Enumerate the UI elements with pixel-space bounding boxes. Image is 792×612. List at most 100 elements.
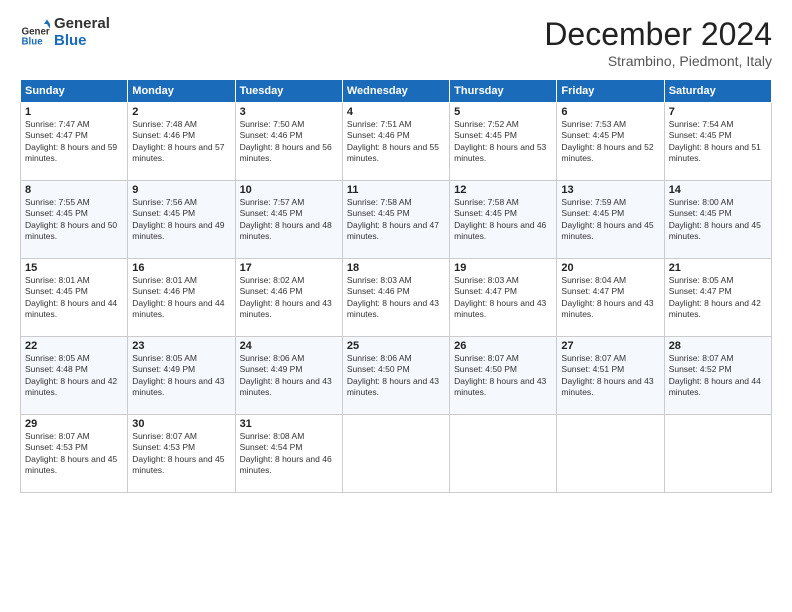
calendar-cell: 23 Sunrise: 8:05 AMSunset: 4:49 PMDaylig… [128, 337, 235, 415]
calendar-cell: 10 Sunrise: 7:57 AMSunset: 4:45 PMDaylig… [235, 181, 342, 259]
calendar-cell: 27 Sunrise: 8:07 AMSunset: 4:51 PMDaylig… [557, 337, 664, 415]
day-detail: Sunrise: 7:58 AMSunset: 4:45 PMDaylight:… [454, 197, 546, 241]
calendar-cell: 18 Sunrise: 8:03 AMSunset: 4:46 PMDaylig… [342, 259, 449, 337]
day-detail: Sunrise: 7:53 AMSunset: 4:45 PMDaylight:… [561, 119, 653, 163]
header-tuesday: Tuesday [235, 80, 342, 103]
calendar-cell: 24 Sunrise: 8:06 AMSunset: 4:49 PMDaylig… [235, 337, 342, 415]
month-title: December 2024 [544, 16, 772, 53]
calendar-cell: 19 Sunrise: 8:03 AMSunset: 4:47 PMDaylig… [450, 259, 557, 337]
day-number: 2 [132, 106, 230, 118]
day-number: 1 [25, 106, 123, 118]
calendar-cell: 9 Sunrise: 7:56 AMSunset: 4:45 PMDayligh… [128, 181, 235, 259]
header-saturday: Saturday [664, 80, 771, 103]
day-number: 4 [347, 106, 445, 118]
day-number: 15 [25, 262, 123, 274]
calendar-cell: 22 Sunrise: 8:05 AMSunset: 4:48 PMDaylig… [21, 337, 128, 415]
logo-line2: Blue [54, 33, 110, 50]
day-number: 5 [454, 106, 552, 118]
day-detail: Sunrise: 8:07 AMSunset: 4:52 PMDaylight:… [669, 353, 761, 397]
day-detail: Sunrise: 8:00 AMSunset: 4:45 PMDaylight:… [669, 197, 761, 241]
page: General Blue General Blue December 2024 … [0, 0, 792, 612]
day-number: 13 [561, 184, 659, 196]
day-number: 14 [669, 184, 767, 196]
calendar-cell: 15 Sunrise: 8:01 AMSunset: 4:45 PMDaylig… [21, 259, 128, 337]
calendar-cell: 4 Sunrise: 7:51 AMSunset: 4:46 PMDayligh… [342, 103, 449, 181]
day-detail: Sunrise: 7:59 AMSunset: 4:45 PMDaylight:… [561, 197, 653, 241]
day-number: 30 [132, 418, 230, 430]
logo-line1: General [54, 16, 110, 33]
day-number: 10 [240, 184, 338, 196]
calendar-cell: 30 Sunrise: 8:07 AMSunset: 4:53 PMDaylig… [128, 415, 235, 493]
day-number: 31 [240, 418, 338, 430]
header-friday: Friday [557, 80, 664, 103]
day-number: 29 [25, 418, 123, 430]
day-detail: Sunrise: 8:04 AMSunset: 4:47 PMDaylight:… [561, 275, 653, 319]
header-wednesday: Wednesday [342, 80, 449, 103]
calendar-row-1: 1 Sunrise: 7:47 AMSunset: 4:47 PMDayligh… [21, 103, 772, 181]
day-number: 27 [561, 340, 659, 352]
day-detail: Sunrise: 8:01 AMSunset: 4:46 PMDaylight:… [132, 275, 224, 319]
day-number: 22 [25, 340, 123, 352]
day-detail: Sunrise: 7:50 AMSunset: 4:46 PMDaylight:… [240, 119, 332, 163]
day-number: 18 [347, 262, 445, 274]
day-number: 21 [669, 262, 767, 274]
day-detail: Sunrise: 8:03 AMSunset: 4:46 PMDaylight:… [347, 275, 439, 319]
calendar-row-3: 15 Sunrise: 8:01 AMSunset: 4:45 PMDaylig… [21, 259, 772, 337]
day-detail: Sunrise: 7:56 AMSunset: 4:45 PMDaylight:… [132, 197, 224, 241]
calendar-row-5: 29 Sunrise: 8:07 AMSunset: 4:53 PMDaylig… [21, 415, 772, 493]
day-detail: Sunrise: 7:54 AMSunset: 4:45 PMDaylight:… [669, 119, 761, 163]
day-detail: Sunrise: 8:06 AMSunset: 4:49 PMDaylight:… [240, 353, 332, 397]
day-number: 23 [132, 340, 230, 352]
day-detail: Sunrise: 7:55 AMSunset: 4:45 PMDaylight:… [25, 197, 117, 241]
day-detail: Sunrise: 7:51 AMSunset: 4:46 PMDaylight:… [347, 119, 439, 163]
day-number: 25 [347, 340, 445, 352]
calendar-cell: 8 Sunrise: 7:55 AMSunset: 4:45 PMDayligh… [21, 181, 128, 259]
calendar-cell: 7 Sunrise: 7:54 AMSunset: 4:45 PMDayligh… [664, 103, 771, 181]
day-number: 19 [454, 262, 552, 274]
day-number: 16 [132, 262, 230, 274]
day-number: 17 [240, 262, 338, 274]
header-monday: Monday [128, 80, 235, 103]
calendar-cell: 2 Sunrise: 7:48 AMSunset: 4:46 PMDayligh… [128, 103, 235, 181]
calendar-cell [664, 415, 771, 493]
calendar-cell: 26 Sunrise: 8:07 AMSunset: 4:50 PMDaylig… [450, 337, 557, 415]
calendar-cell: 29 Sunrise: 8:07 AMSunset: 4:53 PMDaylig… [21, 415, 128, 493]
calendar-cell: 5 Sunrise: 7:52 AMSunset: 4:45 PMDayligh… [450, 103, 557, 181]
svg-text:Blue: Blue [22, 36, 44, 47]
calendar-cell: 16 Sunrise: 8:01 AMSunset: 4:46 PMDaylig… [128, 259, 235, 337]
calendar-cell: 17 Sunrise: 8:02 AMSunset: 4:46 PMDaylig… [235, 259, 342, 337]
day-detail: Sunrise: 8:07 AMSunset: 4:53 PMDaylight:… [132, 431, 224, 475]
day-detail: Sunrise: 7:48 AMSunset: 4:46 PMDaylight:… [132, 119, 224, 163]
day-detail: Sunrise: 8:02 AMSunset: 4:46 PMDaylight:… [240, 275, 332, 319]
day-detail: Sunrise: 8:05 AMSunset: 4:49 PMDaylight:… [132, 353, 224, 397]
day-detail: Sunrise: 8:07 AMSunset: 4:53 PMDaylight:… [25, 431, 117, 475]
day-detail: Sunrise: 8:07 AMSunset: 4:50 PMDaylight:… [454, 353, 546, 397]
day-number: 12 [454, 184, 552, 196]
day-number: 3 [240, 106, 338, 118]
calendar-cell: 25 Sunrise: 8:06 AMSunset: 4:50 PMDaylig… [342, 337, 449, 415]
day-number: 6 [561, 106, 659, 118]
header-sunday: Sunday [21, 80, 128, 103]
day-detail: Sunrise: 8:06 AMSunset: 4:50 PMDaylight:… [347, 353, 439, 397]
day-detail: Sunrise: 8:03 AMSunset: 4:47 PMDaylight:… [454, 275, 546, 319]
day-detail: Sunrise: 8:05 AMSunset: 4:48 PMDaylight:… [25, 353, 117, 397]
day-number: 20 [561, 262, 659, 274]
calendar-row-2: 8 Sunrise: 7:55 AMSunset: 4:45 PMDayligh… [21, 181, 772, 259]
calendar-table: Sunday Monday Tuesday Wednesday Thursday… [20, 79, 772, 493]
day-detail: Sunrise: 7:47 AMSunset: 4:47 PMDaylight:… [25, 119, 117, 163]
day-number: 9 [132, 184, 230, 196]
header-thursday: Thursday [450, 80, 557, 103]
calendar-cell: 20 Sunrise: 8:04 AMSunset: 4:47 PMDaylig… [557, 259, 664, 337]
weekday-header-row: Sunday Monday Tuesday Wednesday Thursday… [21, 80, 772, 103]
calendar-row-4: 22 Sunrise: 8:05 AMSunset: 4:48 PMDaylig… [21, 337, 772, 415]
day-detail: Sunrise: 8:05 AMSunset: 4:47 PMDaylight:… [669, 275, 761, 319]
day-detail: Sunrise: 7:57 AMSunset: 4:45 PMDaylight:… [240, 197, 332, 241]
location: Strambino, Piedmont, Italy [544, 53, 772, 69]
day-number: 28 [669, 340, 767, 352]
day-detail: Sunrise: 7:58 AMSunset: 4:45 PMDaylight:… [347, 197, 439, 241]
calendar-cell: 12 Sunrise: 7:58 AMSunset: 4:45 PMDaylig… [450, 181, 557, 259]
day-number: 24 [240, 340, 338, 352]
day-detail: Sunrise: 8:01 AMSunset: 4:45 PMDaylight:… [25, 275, 117, 319]
calendar-cell: 6 Sunrise: 7:53 AMSunset: 4:45 PMDayligh… [557, 103, 664, 181]
day-number: 26 [454, 340, 552, 352]
